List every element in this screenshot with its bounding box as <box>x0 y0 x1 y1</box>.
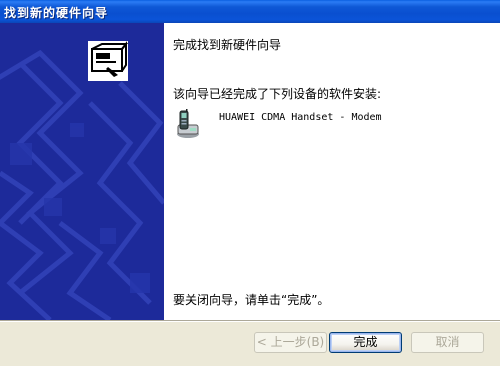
cancel-button[interactable]: 取消 <box>411 332 484 353</box>
back-button[interactable]: < 上一步(B) <box>254 332 327 353</box>
wizard-content: 完成找到新硬件向导 该向导已经完成了下列设备的软件安装: HUAWEI CDMA… <box>164 23 500 320</box>
finish-button[interactable]: 完成 <box>329 332 402 353</box>
window-title: 找到新的硬件向导 <box>4 6 109 20</box>
hardware-wizard-icon <box>88 41 129 81</box>
wizard-body: 完成找到新硬件向导 该向导已经完成了下列设备的软件安装: HUAWEI CDMA… <box>0 23 500 366</box>
modem-phone-icon <box>174 109 200 139</box>
wizard-description: 该向导已经完成了下列设备的软件安装: <box>173 87 382 101</box>
banner-pattern <box>0 23 164 320</box>
wizard-window: 找到新的硬件向导 完成找到新硬件向导 该向导已经完成了下列设备的软件安装: HU… <box>0 0 500 366</box>
device-name: HUAWEI CDMA Handset - Modem <box>219 112 382 123</box>
finish-hint: 要关闭向导，请单击“完成”。 <box>173 293 330 307</box>
button-separator <box>0 320 500 322</box>
wizard-side-banner <box>0 23 164 320</box>
title-bar[interactable]: 找到新的硬件向导 <box>0 0 500 23</box>
wizard-heading: 完成找到新硬件向导 <box>173 38 282 52</box>
